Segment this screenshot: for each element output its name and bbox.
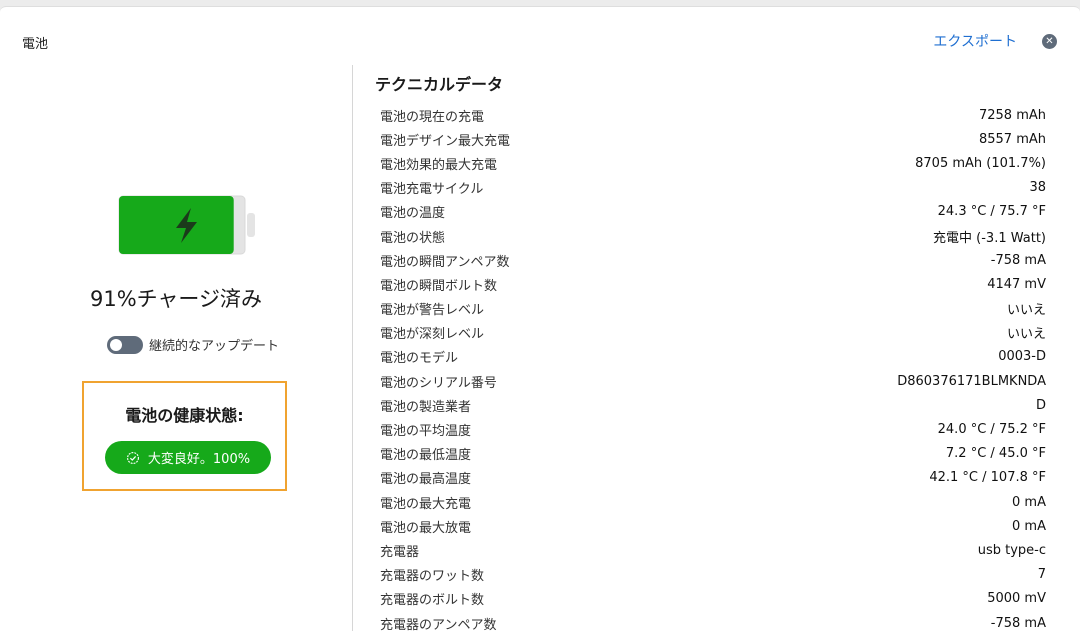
continuous-update-toggle[interactable] xyxy=(107,335,143,354)
data-row-label: 電池が深刻レベル xyxy=(380,327,485,343)
data-row: 電池の温度 24.3 °C / 75.7 °F xyxy=(380,200,1046,224)
data-row-value: 0 mA xyxy=(1012,494,1046,510)
data-row: 電池の瞬間ボルト数 4147 mV xyxy=(380,272,1046,296)
data-row: 電池デザイン最大充電 8557 mAh xyxy=(380,127,1046,151)
data-row: 電池効果的最大充電 8705 mAh (101.7%) xyxy=(380,151,1046,175)
data-row-value: -758 mA xyxy=(990,615,1046,631)
data-row: 電池が警告レベル いいえ xyxy=(380,297,1046,321)
data-row-label: 電池の温度 xyxy=(380,206,446,222)
data-row: 電池のシリアル番号 D860376171BLMKNDA xyxy=(380,369,1046,393)
data-row-label: 電池のモデル xyxy=(380,351,459,367)
data-row-label: 電池充電サイクル xyxy=(380,182,484,198)
data-row-label: 電池の瞬間ボルト数 xyxy=(380,278,498,294)
data-row-label: 電池の最大充電 xyxy=(380,496,472,512)
data-row: 電池の最高温度 42.1 °C / 107.8 °F xyxy=(380,466,1046,490)
data-row-label: 電池のシリアル番号 xyxy=(380,375,497,391)
data-row: 充電器のワット数 7 xyxy=(380,563,1046,587)
battery-health-badge: 大変良好。100% xyxy=(105,441,271,474)
data-row: 電池充電サイクル 38 xyxy=(380,176,1046,200)
data-row-value: 24.0 °C / 75.2 °F xyxy=(937,422,1046,438)
data-row: 電池の最低温度 7.2 °C / 45.0 °F xyxy=(380,442,1046,466)
data-row: 電池の最大充電 0 mA xyxy=(380,490,1046,514)
data-row-label: 電池の状態 xyxy=(380,230,446,246)
technical-data-title: テクニカルデータ xyxy=(375,75,504,94)
data-row: 電池の最大放電 0 mA xyxy=(380,514,1046,538)
battery-health-title: 電池の健康状態: xyxy=(125,406,244,425)
battery-charging-icon xyxy=(118,195,255,255)
data-row-value: 42.1 °C / 107.8 °F xyxy=(929,470,1046,486)
check-circle-icon xyxy=(126,451,139,464)
data-row: 電池の瞬間アンペア数 -758 mA xyxy=(380,248,1046,272)
data-row-value: 0 mA xyxy=(1012,518,1046,534)
data-row-label: 電池の最大放電 xyxy=(380,520,472,536)
data-row-label: 充電器のアンペア数 xyxy=(380,617,497,631)
technical-data-list: 電池の現在の充電 7258 mAh 電池デザイン最大充電 8557 mAh 電池効果的最… xyxy=(380,103,1046,631)
data-row-value: D860376171BLMKNDA xyxy=(897,373,1046,389)
charge-status-text: 91%チャージ済み xyxy=(89,287,263,311)
data-row: 電池の平均温度 24.0 °C / 75.2 °F xyxy=(380,417,1046,441)
data-row: 電池が深刻レベル いいえ xyxy=(380,321,1046,345)
data-row-value: 8557 mAh xyxy=(978,131,1046,147)
battery-window: 電池 エクスポート ✕ 91%チャージ済み 継続的なアップデート 電池の健康状態… xyxy=(0,6,1080,631)
data-row-label: 電池が警告レベル xyxy=(380,303,485,319)
data-row-label: 電池の最低温度 xyxy=(380,448,472,464)
close-icon[interactable]: ✕ xyxy=(1042,34,1057,49)
battery-level-fill xyxy=(119,196,234,254)
data-row: 電池の製造業者 D xyxy=(380,393,1046,417)
data-row-label: 電池の現在の充電 xyxy=(380,109,485,125)
data-row-label: 電池効果的最大充電 xyxy=(380,157,498,173)
data-row-value: 7 xyxy=(1037,567,1046,583)
continuous-update-row: 継続的なアップデート xyxy=(107,335,279,354)
export-button[interactable]: エクスポート xyxy=(933,31,1017,51)
data-row-label: 充電器のワット数 xyxy=(380,569,485,585)
data-row: 電池の状態 充電中 (-3.1 Watt) xyxy=(380,224,1046,248)
data-row-label: 電池の瞬間アンペア数 xyxy=(380,254,510,270)
data-row-value: 7.2 °C / 45.0 °F xyxy=(945,446,1046,462)
data-row-value: usb type-c xyxy=(977,542,1046,558)
data-row-label: 電池デザイン最大充電 xyxy=(380,133,511,149)
window-title: 電池 xyxy=(22,37,49,52)
continuous-update-label: 継続的なアップデート xyxy=(149,339,280,354)
data-row-value: 38 xyxy=(1029,180,1046,196)
data-row-value: 8705 mAh (101.7%) xyxy=(915,155,1046,171)
battery-health-status: 大変良好。100% xyxy=(147,452,251,467)
data-row-value: 0003-D xyxy=(998,349,1046,365)
data-row-label: 電池の製造業者 xyxy=(380,399,472,415)
toggle-knob xyxy=(110,338,122,351)
data-row-value: -758 mA xyxy=(990,252,1046,268)
data-row-label: 充電器のボルト数 xyxy=(380,593,485,609)
data-row: 電池のモデル 0003-D xyxy=(380,345,1046,369)
data-row-label: 電池の平均温度 xyxy=(380,424,472,440)
data-row-value: D xyxy=(1035,397,1046,413)
data-row-value: いいえ xyxy=(1006,303,1046,319)
data-row: 充電器のアンペア数 -758 mA xyxy=(380,611,1046,631)
battery-health-box: 電池の健康状態: 大変良好。100% xyxy=(82,381,287,491)
data-row-value: 24.3 °C / 75.7 °F xyxy=(937,204,1046,220)
data-row-value: 充電中 (-3.1 Watt) xyxy=(933,230,1046,246)
data-row-value: いいえ xyxy=(1006,327,1046,343)
data-row: 充電器 usb type-c xyxy=(380,538,1046,562)
data-row-label: 電池の最高温度 xyxy=(380,472,472,488)
data-row-value: 4147 mV xyxy=(987,276,1046,292)
data-row: 電池の現在の充電 7258 mAh xyxy=(380,103,1046,127)
data-row: 充電器のボルト数 5000 mV xyxy=(380,587,1046,611)
data-row-label: 充電器 xyxy=(380,544,420,560)
data-row-value: 7258 mAh xyxy=(978,107,1046,123)
panel-divider xyxy=(352,65,353,631)
data-row-value: 5000 mV xyxy=(987,591,1046,607)
